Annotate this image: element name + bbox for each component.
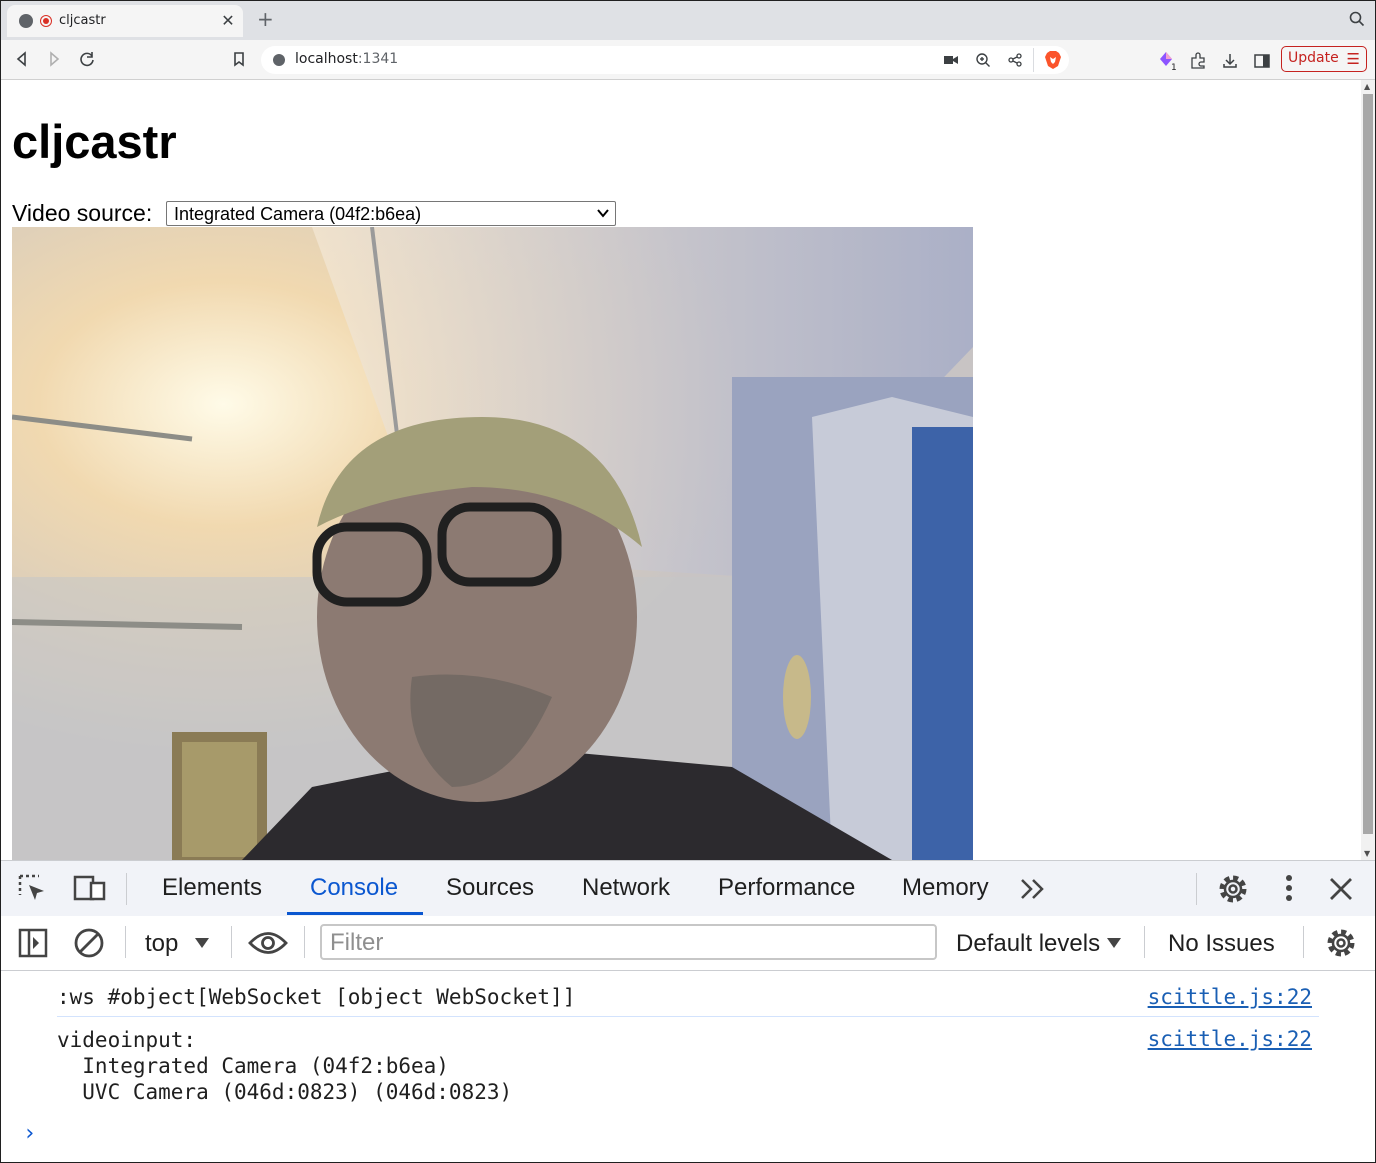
page-title: cljcastr <box>12 115 177 168</box>
clear-console-icon[interactable] <box>72 926 106 960</box>
browser-window: cljcastr ✕ + localhost:1341 1 Update ☰ c… <box>0 0 1376 1163</box>
console-prompt-icon[interactable]: › <box>23 1121 36 1146</box>
video-source-value: Integrated Camera (04f2:b6ea) <box>174 204 422 224</box>
console-settings-gear-icon[interactable] <box>1324 926 1358 960</box>
scrollbar-thumb[interactable] <box>1363 94 1373 834</box>
active-tab-indicator <box>287 912 423 915</box>
omnibox-divider <box>1033 48 1034 72</box>
tab-divider <box>1196 873 1197 905</box>
settings-gear-icon[interactable] <box>1216 872 1250 906</box>
browser-toolbar: localhost:1341 1 Update ☰ <box>1 40 1375 80</box>
bookmark-icon[interactable] <box>228 48 250 70</box>
video-preview <box>12 227 973 860</box>
brave-shields-icon[interactable] <box>1044 50 1062 70</box>
tab-memory[interactable]: Memory <box>902 874 989 902</box>
console-output: :ws #object[WebSocket [object WebSocket]… <box>1 971 1375 1162</box>
console-message: :ws #object[WebSocket [object WebSocket]… <box>57 985 576 1009</box>
recording-icon <box>40 15 52 27</box>
tab-strip: cljcastr ✕ + <box>1 1 1375 40</box>
forward-icon[interactable] <box>43 48 65 70</box>
kebab-menu-icon[interactable] <box>1281 874 1297 904</box>
close-devtools-icon[interactable] <box>1328 876 1354 902</box>
tab-divider <box>126 873 127 905</box>
dropdown-triangle-icon <box>195 938 209 948</box>
page-content: cljcastr Video source: Integrated Camera… <box>1 80 1361 860</box>
inspect-element-icon[interactable] <box>17 873 47 903</box>
toolbar-divider <box>1303 926 1304 958</box>
devtools-panel: Elements Console Sources Network Perform… <box>1 860 1375 1162</box>
more-tabs-icon[interactable] <box>1019 877 1047 901</box>
console-source-link[interactable]: scittle.js:22 <box>1148 1027 1312 1051</box>
message-divider <box>57 1016 1319 1017</box>
address-bar[interactable]: localhost:1341 <box>261 46 1069 74</box>
toolbar-divider <box>125 926 126 958</box>
console-source-link[interactable]: scittle.js:22 <box>1148 985 1312 1009</box>
update-label: Update <box>1288 50 1339 66</box>
console-toolbar: top Filter Default levels No Issues <box>1 916 1375 971</box>
wallet-badge: 1 <box>1171 63 1177 73</box>
toolbar-divider <box>1144 926 1145 958</box>
menu-icon: ☰ <box>1346 50 1360 68</box>
tab-elements[interactable]: Elements <box>162 874 262 902</box>
site-info-icon[interactable] <box>273 54 285 66</box>
url-text: localhost:1341 <box>295 51 399 67</box>
live-expression-eye-icon[interactable] <box>248 930 288 956</box>
video-source-select[interactable]: Integrated Camera (04f2:b6ea) <box>166 201 616 226</box>
scroll-down-icon[interactable]: ▼ <box>1364 849 1370 858</box>
camera-in-use-icon[interactable] <box>943 53 959 67</box>
new-tab-button[interactable]: + <box>257 7 274 31</box>
issues-counter[interactable]: No Issues <box>1168 930 1275 958</box>
tab-search-icon[interactable] <box>1349 11 1365 27</box>
devtools-tab-bar: Elements Console Sources Network Perform… <box>1 861 1375 917</box>
close-tab-icon[interactable]: ✕ <box>219 11 237 30</box>
sidebar-icon[interactable] <box>1253 52 1271 70</box>
dropdown-triangle-icon <box>1107 938 1121 948</box>
chevron-down-icon <box>597 209 609 218</box>
toolbar-divider <box>304 926 305 958</box>
tab-sources[interactable]: Sources <box>446 874 534 902</box>
camera-feed-image <box>12 227 973 860</box>
device-toolbar-icon[interactable] <box>73 873 107 903</box>
extensions-icon[interactable] <box>1189 52 1207 70</box>
tab-console[interactable]: Console <box>310 874 398 902</box>
share-icon[interactable] <box>1007 52 1023 68</box>
sidebar-toggle-icon[interactable] <box>17 927 49 959</box>
update-button[interactable]: Update ☰ <box>1281 46 1367 72</box>
context-label: top <box>145 930 179 957</box>
browser-tab[interactable]: cljcastr ✕ <box>7 5 243 37</box>
tab-network[interactable]: Network <box>582 874 670 902</box>
tab-title: cljcastr <box>59 13 106 28</box>
zoom-icon[interactable] <box>975 52 991 68</box>
console-filter-input[interactable]: Filter <box>320 924 937 960</box>
scroll-up-icon[interactable]: ▲ <box>1364 82 1370 91</box>
toolbar-divider <box>231 926 232 958</box>
filter-placeholder: Filter <box>330 929 384 956</box>
reload-icon[interactable] <box>76 48 98 70</box>
globe-icon <box>19 14 33 28</box>
console-message: videoinput: Integrated Camera (04f2:b6ea… <box>57 1028 513 1104</box>
tab-performance[interactable]: Performance <box>718 874 855 902</box>
log-levels-label: Default levels <box>956 930 1101 957</box>
download-icon[interactable] <box>1221 52 1239 70</box>
video-source-label: Video source: <box>12 200 153 226</box>
page-scrollbar[interactable]: ▲ ▼ <box>1361 80 1375 860</box>
back-icon[interactable] <box>11 48 33 70</box>
